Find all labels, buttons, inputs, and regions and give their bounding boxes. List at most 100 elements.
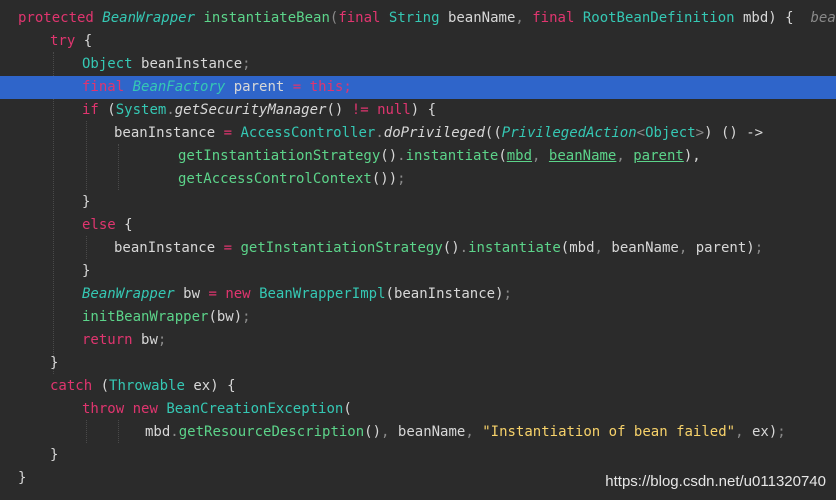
code-line[interactable]: beanInstance = AccessController.doPrivil…: [0, 122, 836, 145]
keyword: throw: [82, 401, 125, 417]
method-name: getInstantiationStrategy: [240, 240, 443, 256]
punctuation: (: [100, 378, 110, 394]
punctuation: <: [636, 125, 646, 141]
identifier: ex: [193, 378, 211, 394]
code-line[interactable]: catch (Throwable ex) {: [0, 375, 836, 398]
code-line[interactable]: throw new BeanCreationException(: [0, 398, 836, 421]
punctuation: ((: [484, 125, 502, 141]
punctuation: ): [410, 102, 420, 118]
punctuation: ): [746, 240, 755, 256]
code-line[interactable]: mbd.getResourceDescription(), beanName, …: [0, 421, 836, 444]
keyword: null: [377, 102, 411, 118]
type-name: BeanWrapper: [82, 286, 175, 302]
punctuation: ;: [343, 79, 352, 95]
code-line[interactable]: beanInstance = getInstantiationStrategy(…: [0, 237, 836, 260]
punctuation: ,: [616, 148, 625, 164]
punctuation: (: [208, 309, 217, 325]
punctuation: ;: [754, 240, 764, 256]
punctuation: ),: [683, 148, 701, 164]
punctuation: (): [442, 240, 460, 256]
code-line-signature[interactable]: protected BeanWrapper instantiateBean(fi…: [0, 7, 836, 30]
punctuation: ;: [397, 171, 406, 187]
code-line[interactable]: getAccessControlContext());: [0, 168, 836, 191]
code-line[interactable]: }: [0, 260, 836, 283]
brace: }: [18, 470, 27, 486]
punctuation: (): [326, 102, 344, 118]
code-line[interactable]: return bw;: [0, 329, 836, 352]
punctuation: ): [768, 10, 777, 26]
captured-variable: beanName: [548, 148, 617, 164]
punctuation: ,: [465, 424, 474, 440]
punctuation: ,: [594, 240, 603, 256]
method-name: instantiateBean: [203, 10, 330, 26]
keyword: this: [309, 79, 344, 95]
method-name: instantiate: [468, 240, 561, 256]
identifier: beanInstance: [141, 56, 243, 72]
keyword: else: [82, 217, 116, 233]
type-name: Throwable: [109, 378, 185, 394]
punctuation: ;: [242, 309, 251, 325]
punctuation: .: [166, 102, 175, 118]
type-name: Object: [645, 125, 696, 141]
identifier: beanInstance: [393, 286, 496, 302]
identifier: beanName: [447, 10, 516, 26]
identifier: parent: [233, 79, 285, 95]
code-line[interactable]: }: [0, 444, 836, 467]
punctuation: .: [459, 240, 469, 256]
keyword: catch: [50, 378, 93, 394]
identifier: beanName: [611, 240, 679, 256]
brace: {: [227, 378, 236, 394]
method-name: getAccessControlContext: [178, 171, 372, 187]
string-literal: "Instantiation of bean failed": [482, 424, 736, 440]
captured-variable: parent: [633, 148, 684, 164]
punctuation: ): [704, 125, 713, 141]
code-line[interactable]: initBeanWrapper(bw);: [0, 306, 836, 329]
punctuation: .: [170, 424, 179, 440]
punctuation: ,: [381, 424, 390, 440]
identifier: bw: [216, 309, 234, 325]
code-line[interactable]: Object beanInstance;: [0, 53, 836, 76]
punctuation: (: [560, 240, 570, 256]
punctuation: ()): [371, 171, 398, 187]
operator: =: [208, 286, 217, 302]
identifier: ex: [751, 424, 769, 440]
identifier: mbd: [743, 10, 769, 26]
keyword: if: [82, 102, 99, 118]
type-name: Object: [82, 56, 133, 72]
watermark-url: https://blog.csdn.net/u011320740: [605, 473, 826, 490]
punctuation: (): [364, 424, 382, 440]
identifier: beanInstance: [114, 125, 216, 141]
identifier: beanInstance: [114, 240, 216, 256]
punctuation: (: [343, 401, 352, 417]
identifier: mbd: [145, 424, 171, 440]
code-editor[interactable]: protected BeanWrapper instantiateBean ( fi…: [0, 0, 836, 500]
code-line[interactable]: BeanWrapper bw = new BeanWrapperImpl(bea…: [0, 283, 836, 306]
brace: {: [427, 102, 437, 118]
code-line[interactable]: try {: [0, 30, 836, 53]
code-line[interactable]: if (System.getSecurityManager() != null)…: [0, 99, 836, 122]
punctuation: ,: [515, 10, 524, 26]
punctuation: (: [385, 286, 394, 302]
type-name: AccessController: [240, 125, 376, 141]
type-name: BeanWrapperImpl: [259, 286, 386, 302]
brace: }: [82, 263, 91, 279]
method-name: getInstantiationStrategy: [178, 148, 381, 164]
brace: {: [124, 217, 133, 233]
punctuation: ): [233, 309, 243, 325]
type-name: BeanCreationException: [166, 401, 344, 417]
keyword: protected: [18, 10, 94, 26]
punctuation: ): [768, 424, 778, 440]
brace: }: [82, 194, 91, 210]
type-name: BeanWrapper: [102, 10, 196, 26]
punctuation: (): [380, 148, 398, 164]
current-line-highlight[interactable]: final BeanFactory parent = this;: [0, 76, 836, 99]
code-line[interactable]: else {: [0, 214, 836, 237]
code-line[interactable]: }: [0, 191, 836, 214]
code-line[interactable]: getInstantiationStrategy().instantiate(m…: [0, 145, 836, 168]
keyword: try: [50, 33, 76, 49]
method-name: getSecurityManager: [174, 102, 327, 118]
code-line[interactable]: }: [0, 352, 836, 375]
type-name: BeanFactory: [132, 79, 226, 95]
operator: =: [223, 240, 233, 256]
method-name: getResourceDescription: [178, 424, 365, 440]
